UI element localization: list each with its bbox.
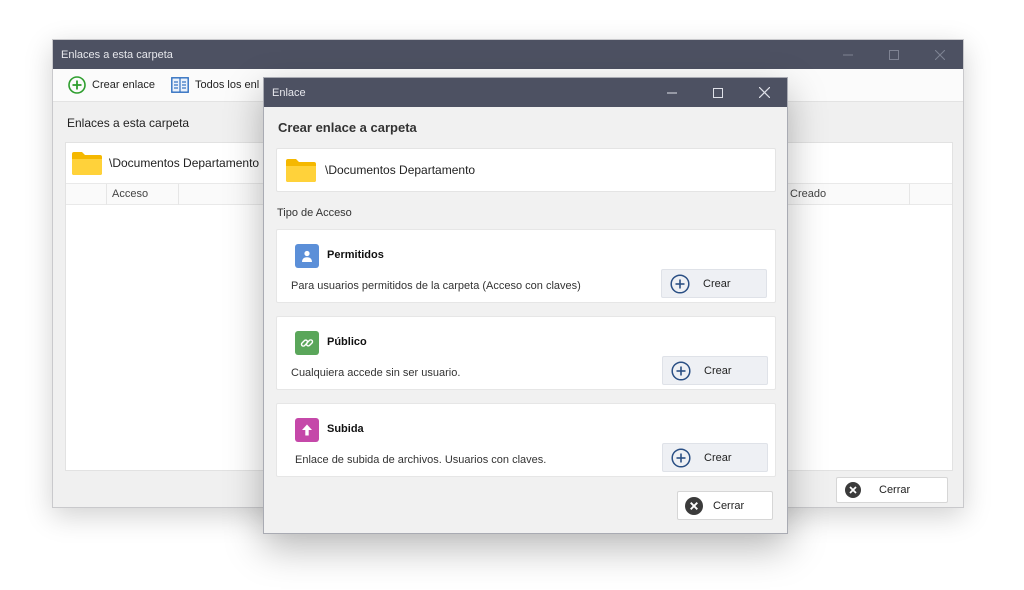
plus-circle-icon (671, 447, 691, 468)
back-close-button[interactable]: Cerrar (836, 477, 948, 503)
links-window-title: Enlaces a esta carpeta (61, 48, 173, 61)
folder-icon (286, 159, 316, 182)
column-header-created[interactable]: Creado (790, 188, 826, 200)
minimize-button[interactable] (825, 40, 871, 69)
option-name-publico: Público (327, 336, 367, 348)
option-name-permitidos: Permitidos (327, 249, 384, 261)
column-header-access[interactable]: Acceso (112, 188, 148, 200)
plus-circle-icon (670, 273, 690, 294)
dialog-close-window-button[interactable] (741, 78, 787, 107)
close-icon (758, 87, 770, 98)
back-close-label: Cerrar (879, 484, 911, 496)
option-card-publico: Público Cualquiera accede sin ser usuari… (276, 316, 776, 390)
all-links-button[interactable]: Todos los enl (171, 77, 259, 93)
maximize-icon (713, 87, 723, 98)
dialog-folder-path: \Documentos Departamento (276, 148, 776, 192)
create-subida-label: Crear (704, 451, 732, 464)
minimize-icon (843, 54, 853, 55)
maximize-icon (889, 49, 899, 60)
dialog-maximize-button[interactable] (695, 78, 741, 107)
link-dialog: Enlace Crear enlace a carpeta \Documento… (263, 77, 788, 534)
link-dialog-title: Enlace (272, 86, 306, 99)
upload-arrow-icon (295, 418, 319, 442)
list-icon (171, 77, 189, 93)
create-publico-label: Crear (704, 364, 732, 377)
plus-circle-icon (68, 76, 86, 94)
option-card-permitidos: Permitidos Para usuarios permitidos de l… (276, 229, 776, 303)
access-type-label: Tipo de Acceso (277, 207, 352, 219)
minimize-icon (667, 92, 677, 93)
close-circle-icon (685, 496, 703, 515)
folder-icon (72, 152, 102, 175)
link-dialog-titlebar[interactable]: Enlace (264, 78, 787, 107)
create-link-button[interactable]: Crear enlace (68, 76, 155, 94)
all-links-label: Todos los enl (194, 79, 260, 91)
close-window-button[interactable] (917, 40, 963, 69)
create-subida-button[interactable]: Crear (662, 443, 768, 472)
create-publico-button[interactable]: Crear (662, 356, 768, 385)
close-circle-icon (845, 482, 861, 498)
dialog-folder-path-text: \Documentos Departamento (325, 163, 476, 177)
option-desc-permitidos: Para usuarios permitidos de la carpeta (… (291, 280, 581, 292)
user-icon (295, 244, 319, 268)
links-window-titlebar[interactable]: Enlaces a esta carpeta (53, 40, 963, 69)
folder-path-text: \Documentos Departamento (109, 156, 260, 170)
close-icon (935, 49, 945, 60)
maximize-button[interactable] (871, 40, 917, 69)
create-permitidos-button[interactable]: Crear (661, 269, 767, 298)
dialog-close-button[interactable]: Cerrar (677, 491, 773, 520)
dialog-heading: Crear enlace a carpeta (278, 120, 417, 135)
create-link-label: Crear enlace (92, 79, 155, 91)
links-section-title: Enlaces a esta carpeta (67, 116, 190, 130)
plus-circle-icon (671, 360, 691, 381)
option-desc-subida: Enlace de subida de archivos. Usuarios c… (295, 454, 547, 466)
option-desc-publico: Cualquiera accede sin ser usuario. (291, 367, 461, 379)
option-name-subida: Subida (327, 423, 364, 435)
create-permitidos-label: Crear (703, 277, 731, 290)
link-icon (295, 331, 319, 355)
option-card-subida: Subida Enlace de subida de archivos. Usu… (276, 403, 776, 477)
dialog-close-label: Cerrar (713, 499, 745, 512)
dialog-minimize-button[interactable] (649, 78, 695, 107)
